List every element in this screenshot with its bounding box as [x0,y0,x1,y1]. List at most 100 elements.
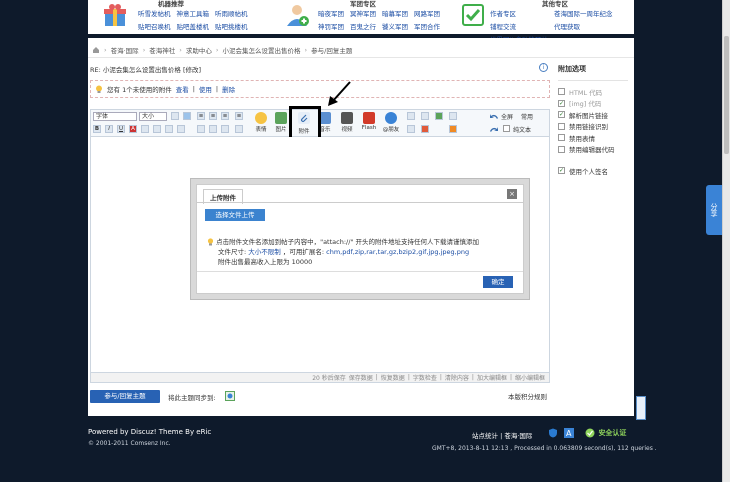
home-icon[interactable] [92,46,100,54]
top-nav-link[interactable]: 神罚军团 [318,21,344,31]
source-code-button[interactable] [407,112,415,120]
breadcrumb-item[interactable]: 小泥会集怎么设置出售价格 [223,45,301,55]
option-html-code[interactable]: HTML 代码 [558,86,628,98]
close-icon[interactable]: × [507,189,517,199]
align-right-button[interactable]: ≡ [221,112,229,120]
text-color-button[interactable] [171,112,179,120]
top-nav-link[interactable]: 苍海国际一周年纪念 [554,8,613,18]
top-nav-link[interactable]: 暗夜军团 [318,8,344,18]
breadcrumb-item[interactable]: 苍海神社 [149,45,175,55]
breadcrumb-item[interactable]: 求助中心 [186,45,212,55]
top-nav-link[interactable]: 代理获取 [554,21,613,31]
font-size-select[interactable]: 大小 [139,112,167,121]
save-data-link[interactable]: 保存数据 [349,373,373,382]
align-center-button[interactable]: ≡ [209,112,217,120]
share-tab[interactable]: 分享 [706,185,722,235]
enlarge-editor-link[interactable]: 加大编辑框 [477,373,507,382]
option-img-code[interactable]: ✓ [img] 代码 [558,98,628,110]
postbg-button[interactable] [421,125,429,133]
credit-rules-link[interactable]: 本版积分规则 [508,391,547,401]
font-family-select[interactable]: 字体 [93,112,137,121]
fullscreen-button[interactable]: 全屏 [501,112,513,121]
attachment-use-link[interactable]: 使用 [199,84,212,94]
top-nav-link[interactable]: 听雨顺帖机 [215,8,248,18]
top-nav-link[interactable]: 暗幕军团 [382,8,408,18]
italic-button[interactable]: I [105,125,113,133]
font-color-button[interactable]: A [129,125,137,133]
top-nav-link[interactable]: 贴吧盖楼机 [177,21,210,31]
back-to-top-button[interactable] [636,396,646,420]
image-button[interactable]: 图片 [271,112,291,136]
option-checkbox[interactable]: ✓ [558,167,565,175]
table-insert-button[interactable] [407,125,415,133]
top-nav-link[interactable]: 军团合作 [414,21,440,31]
top-nav-link[interactable]: 冥神军团 [350,8,376,18]
breadcrumb-item[interactable]: 苍海·国际 [111,45,139,55]
option-disable-emoji[interactable]: 禁用表情 [558,132,628,144]
option-disable-link-detect[interactable]: 禁用链接识别 [558,121,628,133]
option-use-signature[interactable]: ✓ 使用个人签名 [558,165,628,177]
weibo-sync-icon[interactable] [225,391,235,401]
bg-color-button[interactable] [183,112,191,120]
top-nav-link[interactable]: 贴吧召唤机 [138,21,171,31]
top-nav-link[interactable]: 百鬼之行 [350,21,376,31]
restore-data-link[interactable]: 恢复数据 [381,373,405,382]
site-stats-link[interactable]: 站点统计 | 苍海·国际 [472,430,532,440]
scrollbar-thumb[interactable] [724,36,729,154]
hide-button[interactable] [435,112,443,120]
top-nav-link[interactable]: 贴吧挑楼机 [215,21,248,31]
shrink-editor-link[interactable]: 缩小编辑框 [515,373,545,382]
attachment-delete-link[interactable]: 删除 [222,84,235,94]
confirm-button[interactable]: 确定 [483,276,513,288]
choose-file-button[interactable]: 选择文件上传 [205,209,265,221]
verify-badge-icon[interactable]: A [564,428,574,438]
bold-button[interactable]: B [93,125,101,133]
unordered-list-button[interactable] [235,125,243,133]
table-button[interactable] [197,125,205,133]
option-parse-image-link[interactable]: ✓ 解析图片链接 [558,109,628,121]
top-nav-link[interactable]: 网路军团 [414,8,440,18]
page-scrollbar[interactable] [722,0,730,482]
option-checkbox[interactable]: ✓ [558,111,565,119]
align-left-button[interactable]: ≡ [197,112,205,120]
option-checkbox[interactable] [558,88,565,96]
top-nav-link[interactable]: 听雪发帖机 [138,8,171,18]
option-checkbox[interactable] [558,145,565,153]
undo-icon[interactable] [489,112,499,120]
word-count-link[interactable]: 字数检查 [413,373,437,382]
submit-reply-button[interactable]: 参与/回复主题 [90,390,160,403]
top-nav-link[interactable]: 饕义军团 [382,21,408,31]
qq-button[interactable] [449,125,457,133]
page-button[interactable] [449,112,457,120]
flash-button[interactable]: Flash [359,112,379,136]
security-cert[interactable]: 安全认证 [584,428,626,438]
shield-badge-icon[interactable] [548,428,558,438]
option-checkbox[interactable]: ✓ [558,99,565,107]
ordered-list-button[interactable]: ≡ [235,112,243,120]
clear-format-button[interactable] [177,125,185,133]
mention-button[interactable]: @朋友 [381,112,401,136]
option-checkbox[interactable] [558,122,565,130]
highlight-button[interactable] [141,125,149,133]
emoji-button[interactable]: 表情 [251,112,271,136]
option-disable-editor-code[interactable]: 禁用编辑器代码 [558,144,628,156]
subject-line[interactable]: RE: 小泥会集怎么设置出售价格 [修改] [90,64,546,76]
code-button[interactable] [221,125,229,133]
underline-button[interactable]: U [117,125,125,133]
top-nav-link[interactable]: 神意工具箱 [177,8,210,18]
lightbulb-icon [96,85,102,93]
top-nav-link[interactable]: 作者专区 [490,8,548,18]
video-button[interactable]: 视频 [337,112,357,136]
free-button[interactable] [421,112,429,120]
link-button[interactable] [153,125,161,133]
top-nav-link[interactable]: 铺程交流 [490,21,548,31]
plain-text-checkbox[interactable] [503,125,510,132]
unlink-button[interactable] [165,125,173,133]
option-checkbox[interactable] [558,134,565,142]
quote-button[interactable] [209,125,217,133]
clear-content-link[interactable]: 清除内容 [445,373,469,382]
redo-icon[interactable] [489,125,499,133]
common-button[interactable]: 常用 [521,112,533,121]
info-icon[interactable]: i [539,63,548,72]
attachment-view-link[interactable]: 查看 [176,84,189,94]
